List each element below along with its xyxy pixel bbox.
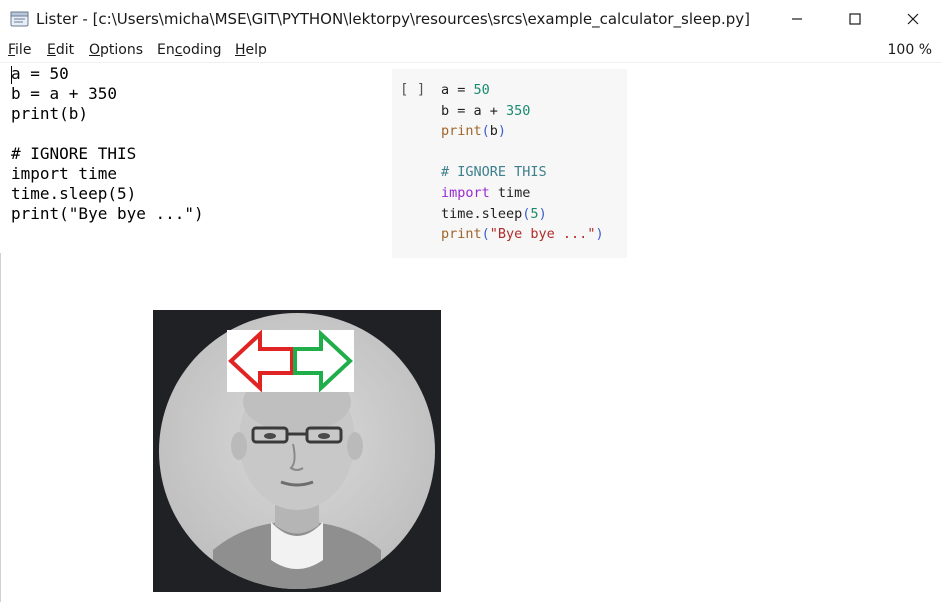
menu-encoding[interactable]: Encoding xyxy=(157,42,222,58)
notepad-icon xyxy=(10,10,30,28)
text-caret xyxy=(11,66,12,84)
code-line: b = a + 350 xyxy=(11,84,117,103)
maximize-icon xyxy=(849,13,861,25)
minimize-button[interactable] xyxy=(768,0,826,38)
menu-edit[interactable]: Edit xyxy=(47,42,74,58)
code-cell: [ ] a = 50 b = a + 350 print(b) # IGNORE TH… xyxy=(392,69,627,258)
zoom-level: 100 % xyxy=(887,42,932,58)
code-line: a = 50 xyxy=(11,64,69,83)
code-line: print(b) xyxy=(11,104,89,123)
maximize-button[interactable] xyxy=(826,0,884,38)
cell-code-line: # IGNORE THIS xyxy=(441,164,547,181)
cell-code-line: import time xyxy=(441,185,531,201)
close-button[interactable] xyxy=(884,0,942,38)
title-bar: Lister - [c:\Users\micha\MSE\GIT\PYTHON\… xyxy=(0,0,942,38)
menu-file[interactable]: File xyxy=(8,42,31,58)
cell-prompt: [ ] xyxy=(400,82,426,98)
arrow-right-icon[interactable] xyxy=(293,329,353,393)
menu-bar: File Edit Options Encoding Help 100 % xyxy=(0,38,942,63)
navigation-arrows xyxy=(227,329,354,393)
close-icon xyxy=(907,13,919,25)
window-title: Lister - [c:\Users\micha\MSE\GIT\PYTHON\… xyxy=(36,10,751,28)
cell-code-line: time.sleep(5) xyxy=(441,205,547,222)
cell-code-line: b = a + 350 xyxy=(441,102,531,119)
cell-code-line: a = 50 xyxy=(441,82,490,98)
arrow-left-icon[interactable] xyxy=(228,329,294,393)
cell-code-line: print("Bye bye ...") xyxy=(441,226,604,243)
minimize-icon xyxy=(792,18,802,20)
cell-code-line: print(b) xyxy=(441,123,507,140)
editor-left-edge xyxy=(0,253,1,602)
code-line: import time xyxy=(11,164,117,183)
menu-options[interactable]: Options xyxy=(89,42,143,58)
code-line: time.sleep(5) xyxy=(11,184,137,203)
code-line: print("Bye bye ...") xyxy=(11,204,204,223)
code-line: # IGNORE THIS xyxy=(11,144,137,163)
menu-help[interactable]: Help xyxy=(235,42,267,58)
